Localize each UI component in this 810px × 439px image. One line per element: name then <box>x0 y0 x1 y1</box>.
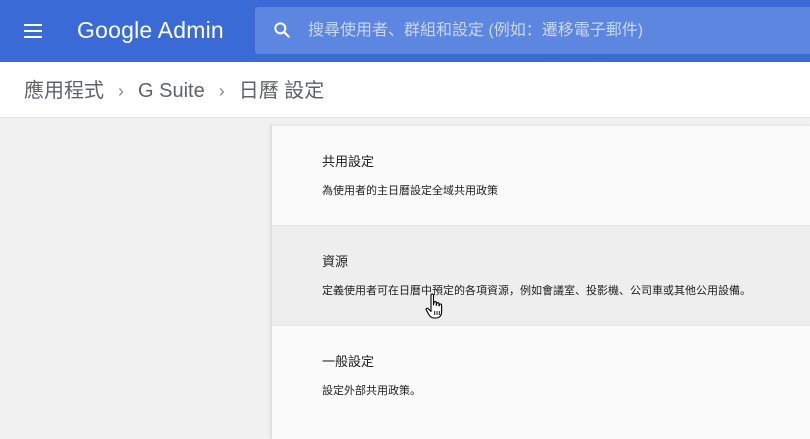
hamburger-menu-icon[interactable] <box>14 12 52 50</box>
breadcrumb-apps[interactable]: 應用程式 <box>24 79 104 103</box>
settings-row-resources[interactable]: 資源 定義使用者可在日曆中預定的各項資源，例如會議室、投影機、公司車或其他公用設… <box>272 225 810 325</box>
row-description: 為使用者的主日曆設定全域共用政策 <box>322 185 498 197</box>
settings-row-general[interactable]: 一般設定 設定外部共用政策。 <box>272 325 810 425</box>
breadcrumb-calendar-settings: 日曆 設定 <box>238 80 325 102</box>
row-description: 設定外部共用政策。 <box>322 385 421 397</box>
breadcrumb-bar: 應用程式 › G Suite › 日曆 設定 <box>0 62 810 118</box>
google-admin-logo[interactable]: Google Admin <box>77 16 224 44</box>
search-input[interactable] <box>308 7 808 54</box>
chevron-right-icon: › <box>218 81 225 101</box>
search-icon[interactable] <box>272 20 292 40</box>
breadcrumb: 應用程式 › G Suite › 日曆 設定 <box>24 79 324 103</box>
search-box[interactable] <box>255 7 810 54</box>
row-title: 一般設定 <box>322 354 375 369</box>
breadcrumb-gsuite[interactable]: G Suite <box>138 79 205 103</box>
row-description: 定義使用者可在日曆中預定的各項資源，例如會議室、投影機、公司車或其他公用設備。 <box>322 285 751 297</box>
left-sidebar <box>0 119 271 439</box>
row-title: 資源 <box>322 254 349 269</box>
settings-row-sharing[interactable]: 共用設定 為使用者的主日曆設定全域共用政策 <box>272 125 810 225</box>
row-title: 共用設定 <box>322 154 375 169</box>
settings-panel: 共用設定 為使用者的主日曆設定全域共用政策 資源 定義使用者可在日曆中預定的各項… <box>271 125 810 439</box>
chevron-right-icon: › <box>118 81 124 101</box>
top-app-bar: Google Admin <box>0 0 810 62</box>
